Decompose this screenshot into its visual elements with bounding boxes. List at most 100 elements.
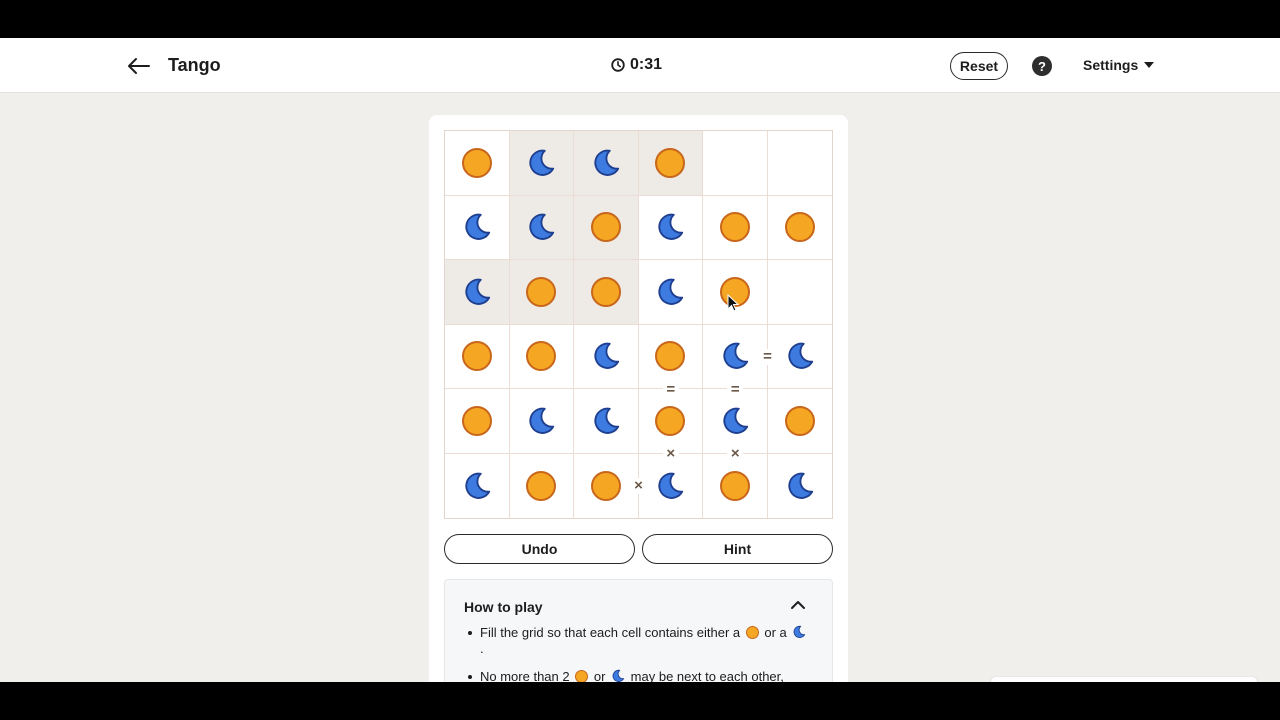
rule-text: Fill the grid so that each cell contains… [480,625,741,640]
moon-icon [723,407,749,434]
grid-cell[interactable] [703,260,768,325]
sun-icon [784,212,815,243]
grid-cell[interactable] [703,453,768,519]
grid-cell[interactable] [638,260,704,325]
grid-cell[interactable] [703,324,768,390]
settings-dropdown[interactable]: Settings [1083,57,1155,73]
sun-icon [461,147,492,178]
moon-icon [529,149,555,176]
grid-cell[interactable] [768,454,833,519]
grid-cell[interactable] [509,324,575,390]
rules-list: Fill the grid so that each cell contains… [464,625,809,682]
sun-icon [575,670,589,682]
grid-cell[interactable] [767,325,833,390]
sun-icon [655,405,686,436]
grid-cell[interactable] [574,453,639,519]
grid-cell[interactable] [509,195,575,261]
moon-icon [788,343,814,370]
back-button[interactable] [124,52,152,80]
moon-icon [529,214,555,241]
sun-icon [719,276,750,307]
grid-cell[interactable] [574,260,639,325]
timer: 0:31 [611,56,662,74]
grid-cell[interactable] [638,131,704,196]
how-to-play-title: How to play [464,599,543,615]
how-to-play-panel: How to play Fill the grid so that each c… [444,579,833,682]
rule-text: . [480,641,484,656]
moon-icon [612,669,625,682]
game-title: Tango [168,55,221,75]
grid-cell[interactable] [638,195,704,261]
moon-icon [658,472,684,499]
grid-cell[interactable] [767,131,833,196]
timer-value: 0:31 [630,56,663,73]
moon-icon [594,149,620,176]
grid-cell[interactable] [445,324,510,390]
sun-icon [719,470,750,501]
moon-icon [658,214,684,241]
equal-constraint: = [727,381,744,397]
grid-cell[interactable] [703,131,768,196]
sun-icon [719,212,750,243]
rule-text: may be next to each other, [630,669,784,682]
moon-icon [594,343,620,370]
sun-icon [590,470,621,501]
reset-button[interactable]: Reset [950,52,1008,80]
moon-icon [788,472,814,499]
grid-cell[interactable] [445,195,510,261]
tango-grid: = = = × × × [444,130,833,519]
grid-cell[interactable] [509,389,575,454]
arrow-left-icon [128,58,150,74]
grid-cell[interactable] [574,131,639,196]
sun-icon [526,276,557,307]
top-bar: Tango 0:31 Reset ? Settings [0,38,1280,93]
moon-icon [465,214,491,241]
moon-icon [658,278,684,305]
caret-down-icon [1144,62,1155,68]
moon-icon [723,343,749,370]
sun-icon [526,341,557,372]
grid-cell[interactable] [574,389,639,454]
opposite-constraint: × [662,445,679,462]
grid-cell[interactable] [445,260,510,325]
game-page: Tango 0:31 Reset ? Settings = = = × × × Undo … [0,38,1280,682]
sun-icon [655,341,686,372]
question-circle-icon[interactable]: ? [1032,56,1052,76]
moon-icon [794,625,806,639]
grid-cell[interactable] [509,131,575,196]
bottom-right-panel [990,676,1258,682]
clock-icon [611,58,625,72]
grid-cell[interactable] [445,389,510,454]
grid-cell[interactable] [767,260,833,325]
grid-cell[interactable] [574,195,639,261]
sun-icon [461,341,492,372]
sun-icon [526,470,557,501]
sun-icon [590,276,621,307]
grid-cell[interactable] [509,260,575,325]
grid-cell[interactable] [639,453,704,519]
grid-cell[interactable] [767,389,833,454]
moon-icon [594,407,620,434]
grid-cell[interactable] [510,453,575,519]
moon-icon [529,407,555,434]
equal-constraint: = [759,348,776,365]
grid-cell[interactable] [445,131,510,196]
hint-button[interactable]: Hint [642,534,833,564]
rule-text: or [593,669,606,682]
grid-cell[interactable] [767,196,833,261]
opposite-constraint: × [727,445,744,462]
grid-cell[interactable] [703,195,768,261]
rule-text: No more than 2 [480,669,570,682]
undo-button[interactable]: Undo [444,534,635,564]
sun-icon [655,147,686,178]
game-card: = = = × × × Undo Hint How to play Fill the gr… [429,115,848,682]
moon-icon [465,278,491,305]
sun-icon [461,405,492,436]
opposite-constraint: × [630,477,647,494]
grid-cell[interactable] [574,324,639,390]
grid-cell[interactable] [638,324,704,390]
sun-icon [590,212,621,243]
grid-cell[interactable] [445,453,510,519]
sun-icon [784,405,815,436]
chevron-up-icon[interactable] [789,598,807,612]
